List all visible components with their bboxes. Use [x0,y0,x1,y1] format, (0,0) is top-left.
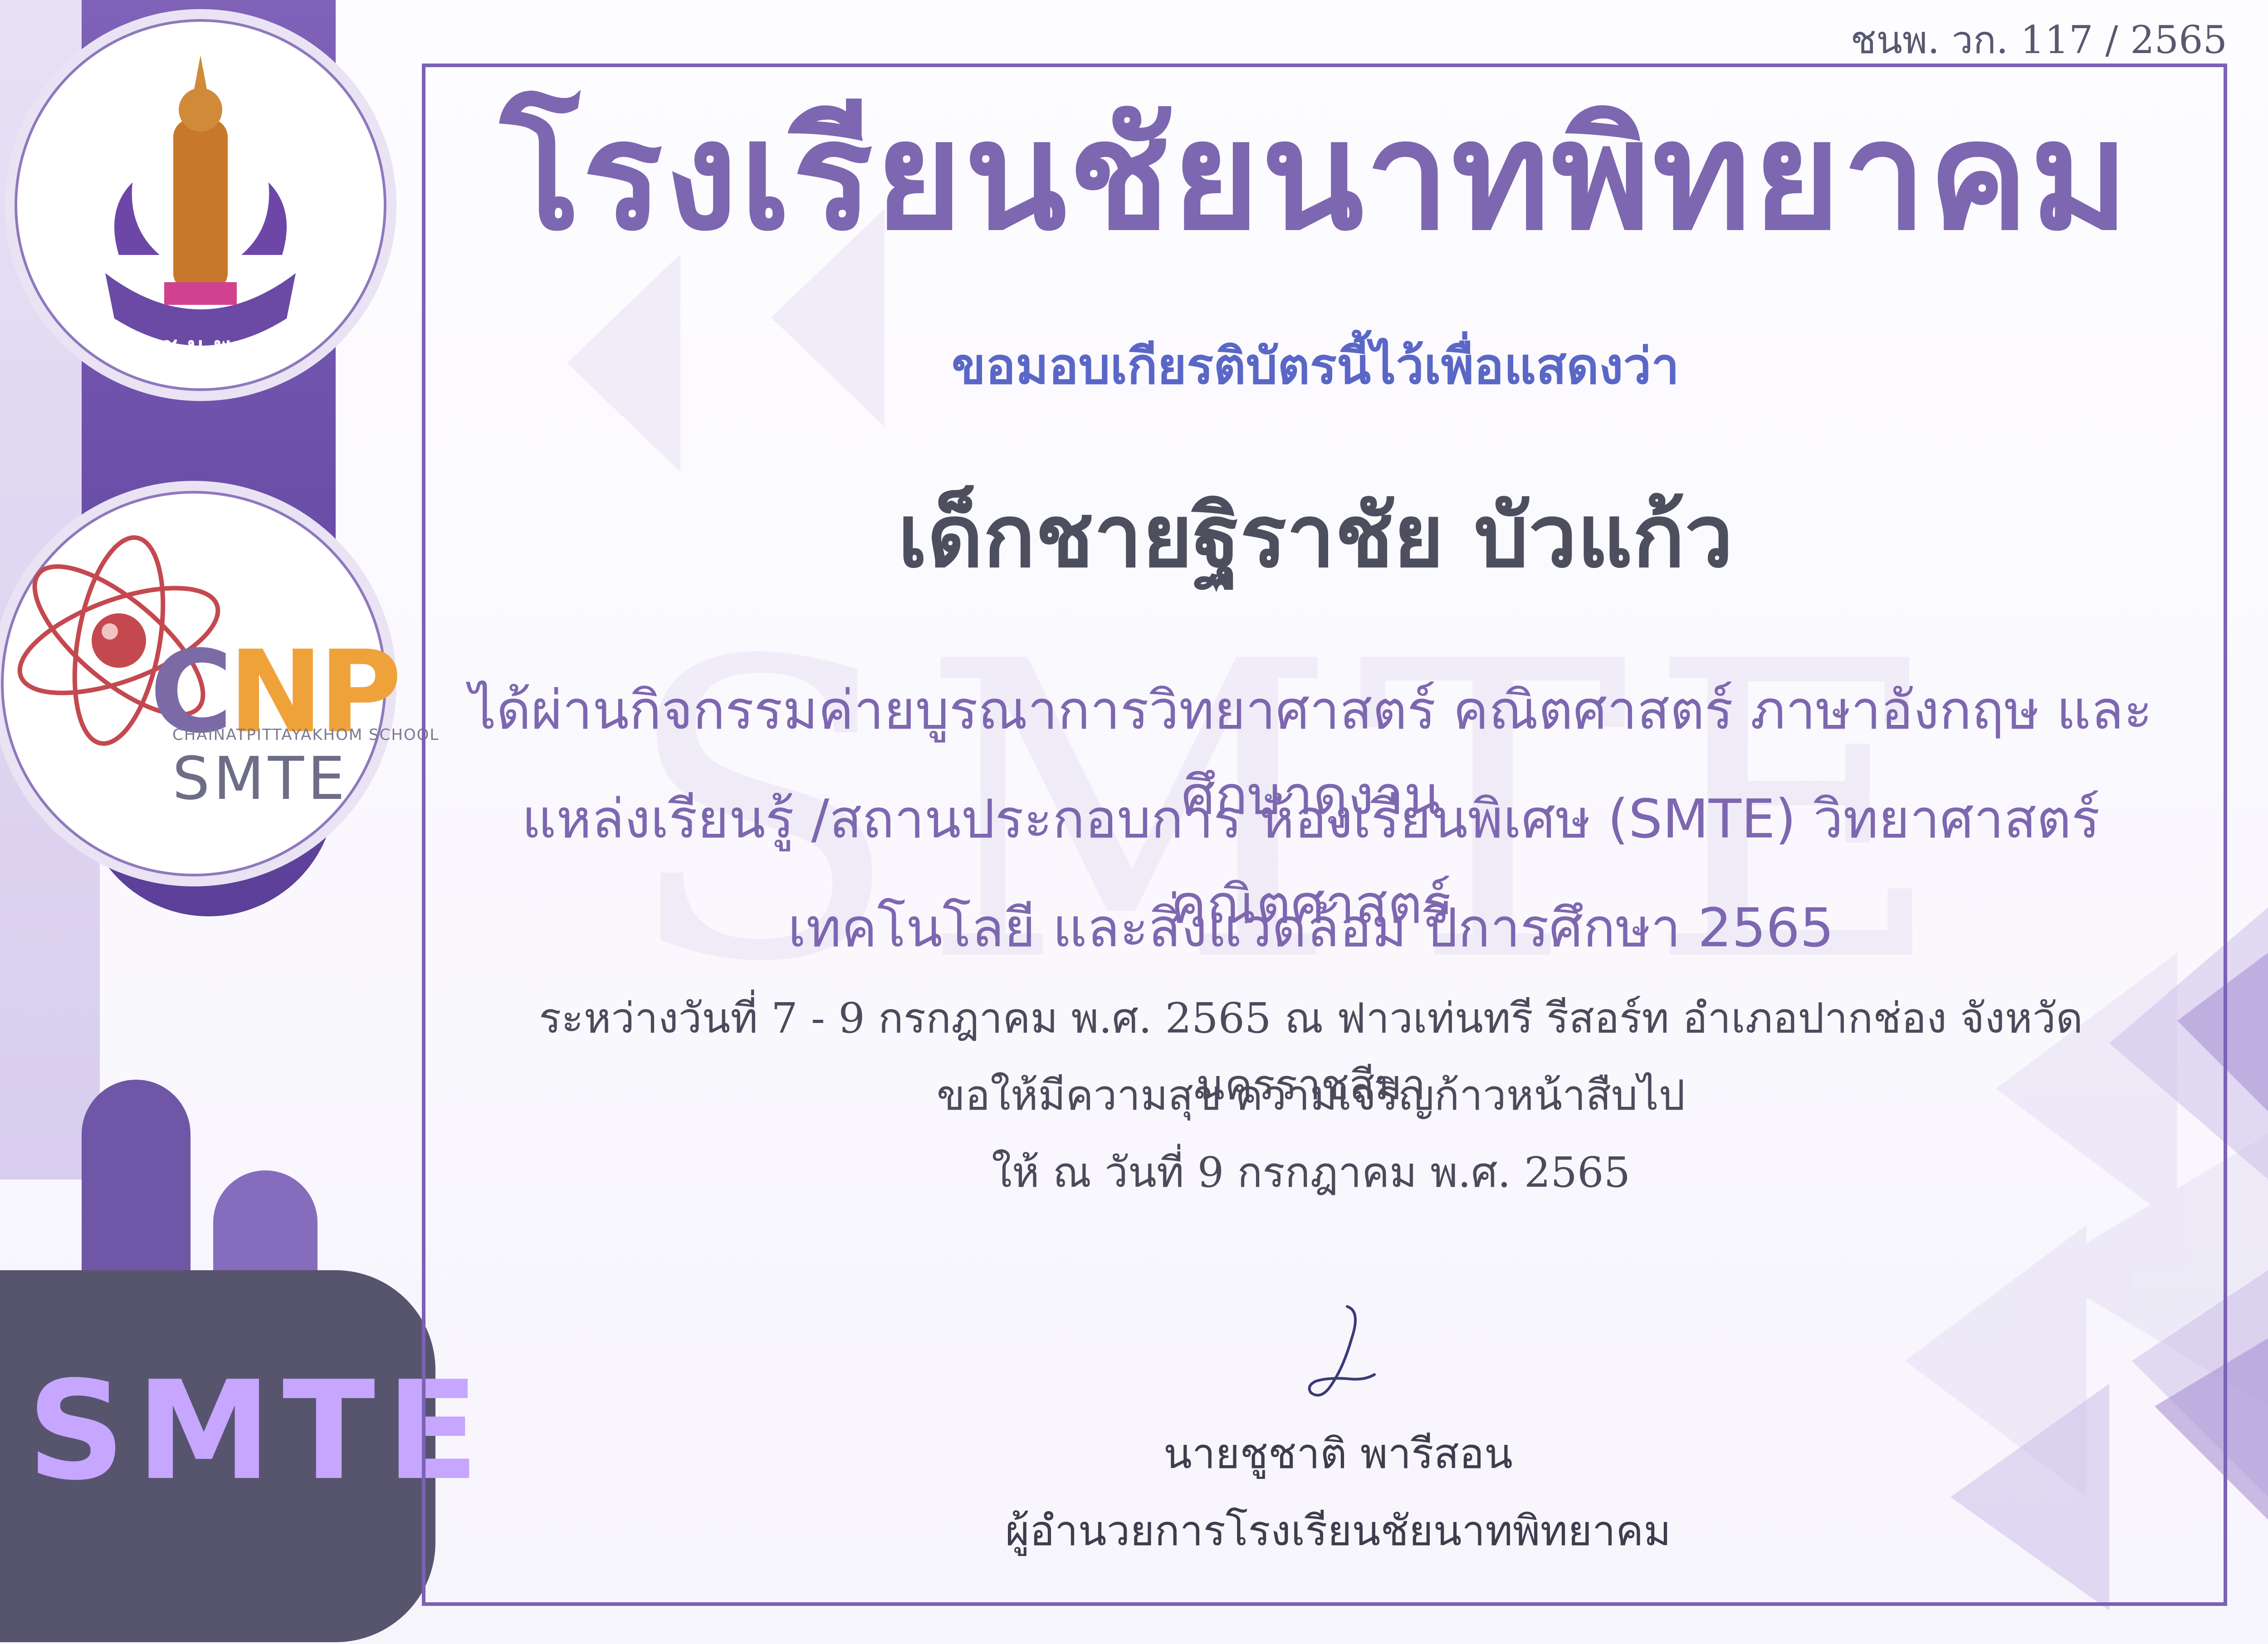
cnp-logo-school-name: CHAINATPITTAYAKHOM SCHOOL [172,726,440,744]
school-emblem-logo: ช.น.พ. [5,9,396,401]
issue-date: ให้ ณ วันที่ 9 กรกฎาคม พ.ศ. 2565 [991,1148,1631,1197]
school-title: โรงเรียนชัยนาทพิทยาคม [500,89,2131,263]
svg-text:ช.น.พ.: ช.น.พ. [160,332,240,361]
certificate-subtitle: ขอมอบเกียรติบัตรนี้ไว้เพื่อแสดงว่า [951,337,1680,395]
director-signature [1308,1305,1376,1397]
achievement-line-3: เทคโนโลยี และสิ่งแวดล้อม ปีการศึกษา 2565 [787,896,1834,959]
cnp-logo-program: SMTE [172,744,349,813]
smte-side-banner-text: SMTE [27,1352,490,1510]
signer-name: นายชูชาติ พารีสอน [1163,1429,1513,1478]
well-wishes: ขอให้มีความสุข ความเจริญก้าวหน้าสืบไป [936,1071,1686,1120]
signer-title: ผู้อำนวยการโรงเรียนชัยนาทพิทยาคม [1005,1507,1672,1555]
recipient-name: เด็กชายฐิราชัย บัวแก้ว [898,486,1733,587]
document-number: ชนพ. วก. 117 / 2565 [1850,18,2227,62]
buddha-emblem-icon: ช.น.พ. [105,55,296,361]
